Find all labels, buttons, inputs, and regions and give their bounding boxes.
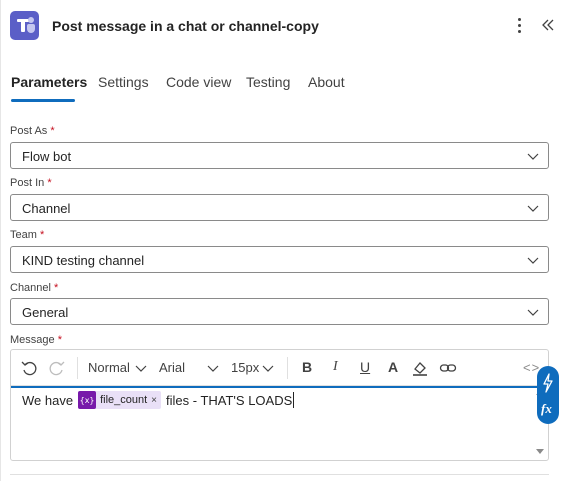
text-caret — [293, 392, 295, 408]
underline-button[interactable]: U — [360, 359, 370, 375]
toolbar-divider — [287, 357, 288, 379]
message-label: Message * — [10, 334, 62, 346]
message-line: We have {x} file_count × files - THAT'S … — [22, 390, 295, 410]
more-options-button[interactable] — [511, 14, 527, 36]
tab-parameters[interactable]: Parameters — [11, 74, 87, 90]
insert-content-pill: fx — [537, 366, 559, 424]
post-in-label: Post In * — [10, 177, 52, 189]
message-content-area[interactable]: We have {x} file_count × files - THAT'S … — [11, 386, 548, 460]
team-label: Team * — [10, 229, 45, 241]
double-chevron-left-icon[interactable] — [539, 14, 557, 36]
tab-about[interactable]: About — [308, 74, 345, 90]
more-vertical-icon — [517, 17, 521, 21]
tab-settings[interactable]: Settings — [98, 74, 149, 90]
teams-icon — [10, 11, 39, 40]
editor-toolbar: Normal Arial 15px B I U A <> — [11, 350, 548, 386]
toolbar-divider — [77, 357, 78, 379]
undo-icon[interactable] — [20, 359, 38, 377]
tab-code-view[interactable]: Code view — [166, 74, 231, 90]
action-title[interactable]: Post message in a chat or channel-copy — [52, 18, 319, 34]
chevron-down-icon — [527, 205, 539, 212]
tab-list: Parameters Settings Code view Testing Ab… — [11, 74, 551, 104]
message-text-before: We have — [22, 392, 74, 408]
team-value: KIND testing channel — [22, 253, 145, 268]
channel-label: Channel * — [10, 282, 59, 294]
lightning-icon[interactable] — [537, 370, 559, 396]
scroll-down-arrow[interactable] — [536, 449, 544, 454]
link-icon[interactable] — [439, 359, 457, 377]
variable-icon: {x} — [78, 391, 97, 409]
italic-button[interactable]: I — [333, 359, 338, 375]
channel-value: General — [22, 305, 69, 320]
font-family-select[interactable]: Arial — [159, 360, 185, 375]
font-size-select[interactable]: 15px — [231, 360, 259, 375]
post-as-value: Flow bot — [22, 149, 72, 164]
post-as-label: Post As * — [10, 125, 55, 137]
highlight-icon[interactable] — [411, 359, 429, 377]
fx-icon[interactable]: fx — [537, 396, 559, 422]
chevron-down-icon[interactable] — [261, 361, 275, 375]
panel-header: Post message in a chat or channel-copy — [1, 0, 561, 54]
post-in-value: Channel — [22, 201, 71, 216]
dynamic-token-file-count[interactable]: {x} file_count × — [78, 391, 162, 409]
chevron-down-icon — [527, 309, 539, 316]
post-in-dropdown[interactable]: Channel — [10, 194, 549, 221]
bold-button[interactable]: B — [302, 359, 312, 375]
active-tab-indicator — [11, 99, 75, 102]
post-as-dropdown[interactable]: Flow bot — [10, 142, 549, 169]
channel-dropdown[interactable]: General — [10, 298, 549, 325]
chevron-down-icon[interactable] — [206, 361, 220, 375]
message-text-after: files - THAT'S LOADS — [166, 392, 293, 408]
action-details-panel: Post message in a chat or channel-copy P… — [0, 0, 561, 481]
message-editor: Normal Arial 15px B I U A <> We have {x}… — [10, 349, 549, 461]
svg-text:fx: fx — [541, 401, 552, 416]
tab-testing[interactable]: Testing — [246, 74, 290, 90]
chevron-down-icon — [527, 153, 539, 160]
chevron-down-icon — [527, 257, 539, 264]
team-dropdown[interactable]: KIND testing channel — [10, 246, 549, 273]
token-label: file_count — [100, 394, 148, 406]
redo-icon[interactable] — [48, 359, 66, 377]
font-color-button[interactable]: A — [388, 359, 398, 375]
chevron-down-icon[interactable] — [134, 361, 148, 375]
remove-token-button[interactable]: × — [151, 395, 157, 406]
section-divider — [10, 474, 549, 475]
paragraph-style-select[interactable]: Normal — [88, 360, 130, 375]
